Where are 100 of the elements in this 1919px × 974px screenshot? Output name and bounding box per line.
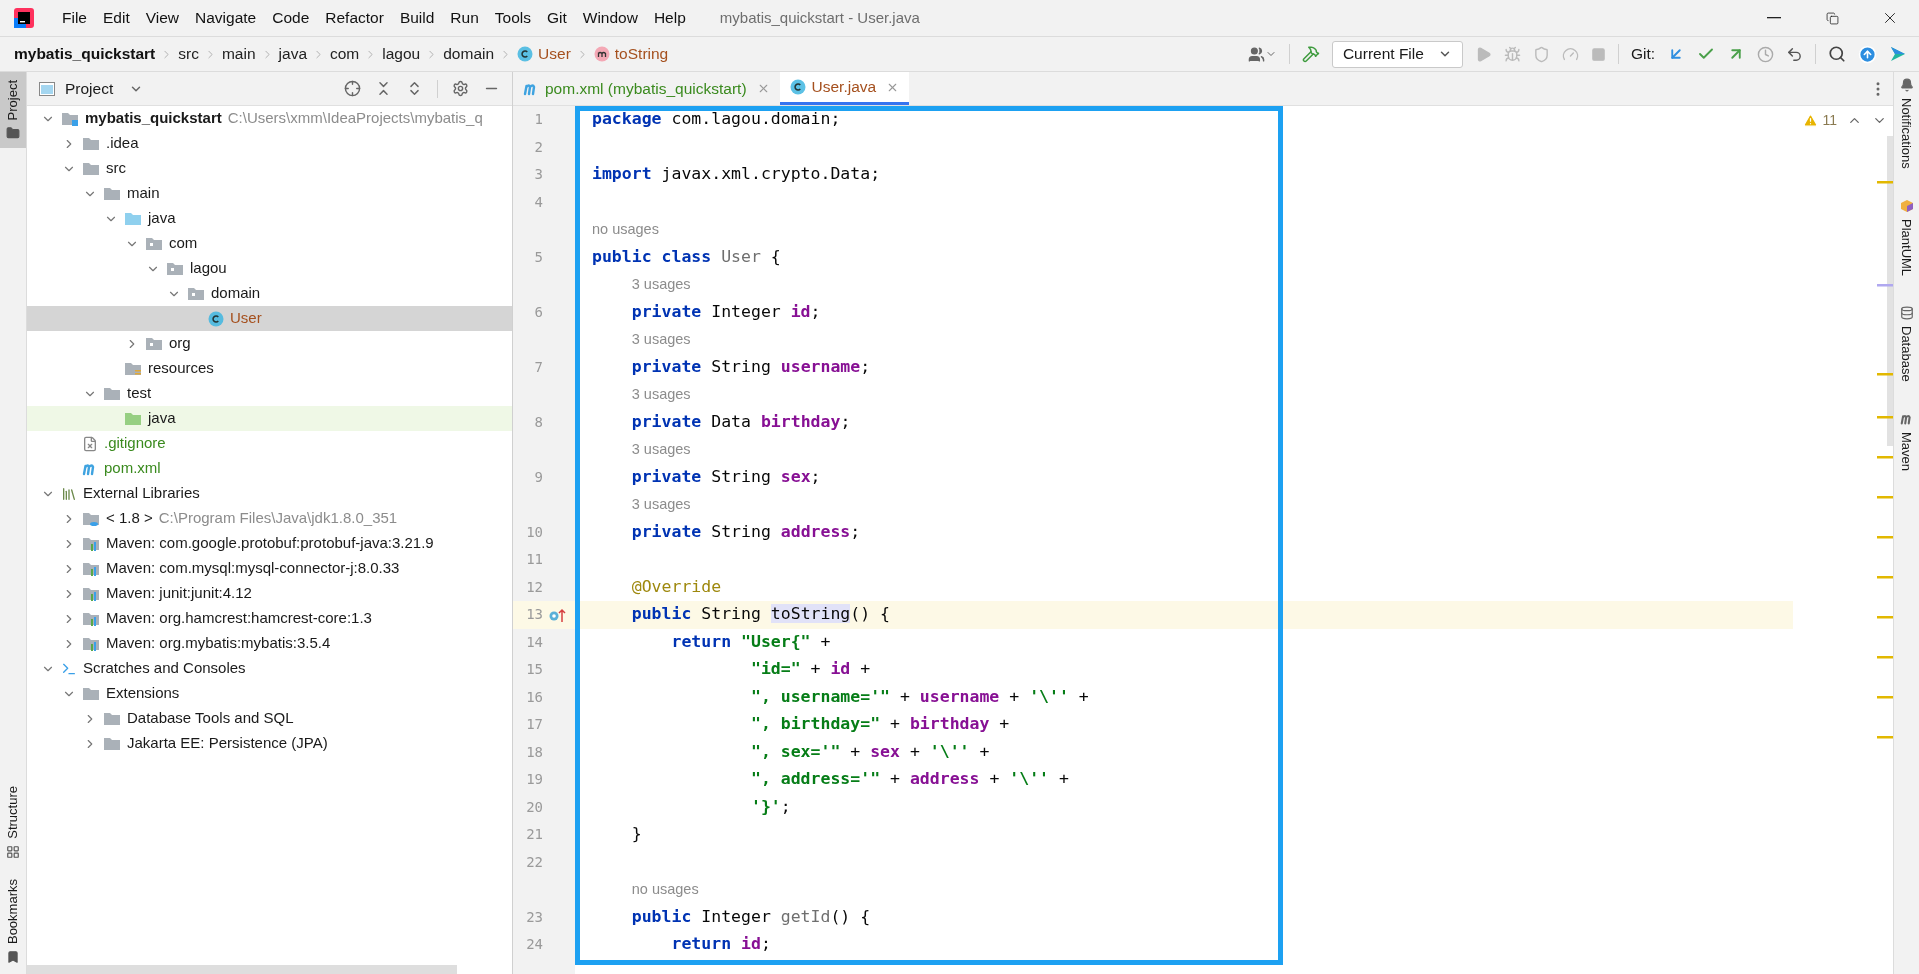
breadcrumb[interactable]: domain (443, 42, 495, 66)
tree-item[interactable]: Extensions (27, 681, 512, 706)
line-number: 6 (533, 302, 543, 322)
plugin-logo-icon[interactable] (1889, 45, 1907, 63)
rollback-icon[interactable] (1786, 45, 1803, 63)
menu-item[interactable]: View (137, 6, 188, 30)
vcs-users-button[interactable] (1247, 45, 1277, 63)
menu-item[interactable]: Git (538, 6, 575, 30)
menu-item[interactable]: Run (442, 6, 487, 30)
tool-window-tab[interactable]: Notifications (1896, 78, 1917, 169)
breadcrumb[interactable]: toString (593, 42, 669, 66)
line-number: 10 (525, 522, 543, 542)
app-logo-icon[interactable] (14, 8, 34, 28)
tree-item[interactable]: Database Tools and SQL (27, 706, 512, 731)
tool-window-tab[interactable]: Database (1896, 305, 1917, 382)
path-hint: C:\Program Files\Java\jdk1.8.0_351 (158, 508, 398, 529)
code-text: private Data birthday; (630, 410, 851, 433)
tree-item[interactable]: lagou (27, 256, 512, 281)
tree-item[interactable]: java (27, 206, 512, 231)
folder-icon (82, 135, 100, 152)
line-number: 20 (525, 797, 543, 817)
line-number: 21 (525, 825, 543, 845)
tree-item[interactable]: Jakarta EE: Persistence (JPA) (27, 731, 512, 756)
menu-item[interactable]: Help (645, 6, 694, 30)
breadcrumb[interactable]: mybatis_quickstart (14, 42, 156, 66)
menu-item[interactable]: Navigate (187, 6, 265, 30)
settings-icon[interactable] (452, 80, 469, 97)
tree-item[interactable]: Maven: com.google.protobuf:protobuf-java:3.21.9 (27, 531, 512, 556)
menu-item[interactable]: Refactor (317, 6, 392, 30)
warning-icon (1803, 112, 1819, 128)
editor-tab[interactable]: User.java (779, 72, 910, 105)
tool-window-tab[interactable]: PlantUML (1896, 198, 1917, 276)
line-number: 9 (533, 467, 543, 487)
usages-hint[interactable]: no usages (631, 878, 699, 901)
menu-item[interactable]: Edit (95, 6, 138, 30)
tree-item[interactable]: .gitignore (27, 431, 512, 456)
search-icon[interactable] (1828, 45, 1846, 63)
usages-hint[interactable]: 3 usages (631, 493, 691, 516)
usages-hint[interactable]: 3 usages (631, 328, 691, 351)
tree-item[interactable]: .idea (27, 131, 512, 156)
upload-circle-icon[interactable] (1858, 44, 1877, 64)
breadcrumb[interactable]: com (330, 42, 360, 66)
tree-item[interactable]: Maven: com.mysql:mysql-connector-j:8.0.33 (27, 556, 512, 581)
tree-item[interactable]: External Libraries (27, 481, 512, 506)
tree-item[interactable]: Maven: org.mybatis:mybatis:3.5.4 (27, 631, 512, 656)
tree-item[interactable]: src (27, 156, 512, 181)
tool-window-tab[interactable]: Structure (0, 776, 26, 869)
breadcrumb[interactable]: java (278, 42, 307, 66)
line-number: 5 (533, 247, 543, 267)
usages-hint[interactable]: no usages (592, 218, 659, 241)
tree-item-label: org (169, 333, 191, 354)
line-number: 11 (525, 550, 543, 570)
tree-item[interactable]: com (27, 231, 512, 256)
breadcrumb[interactable]: User (517, 42, 571, 66)
tool-window-tab[interactable]: Maven (1896, 411, 1917, 471)
tree-item[interactable]: < 1.8 > C:\Program Files\Java\jdk1.8.0_351 (27, 506, 512, 531)
code-text: public String toString() { (630, 603, 891, 626)
editor-tab[interactable]: pom.xml (mybatis_quickstart) (513, 72, 780, 105)
tree-item[interactable]: Maven: org.hamcrest:hamcrest-core:1.3 (27, 606, 512, 631)
usages-hint[interactable]: 3 usages (631, 438, 691, 461)
tool-window-tab[interactable]: Bookmarks (0, 868, 26, 974)
tree-item[interactable]: java (27, 406, 512, 431)
warnings-indicator[interactable]: 11 (1803, 109, 1837, 131)
breadcrumb[interactable]: lagou (382, 42, 421, 66)
tree-item[interactable]: User (27, 306, 512, 331)
tree-item[interactable]: resources (27, 356, 512, 381)
tree-item[interactable]: org (27, 331, 512, 356)
locate-icon[interactable] (344, 80, 361, 97)
code-text: '}'; (749, 795, 791, 818)
horizontal-scrollbar[interactable] (27, 965, 457, 974)
line-number: 1 (533, 110, 543, 130)
folder-icon (82, 685, 100, 702)
panel-title-dropdown[interactable]: Project (65, 76, 144, 101)
tree-item[interactable]: mybatis_quickstart C:\Users\xmm\IdeaProjects\mybatis_q (27, 106, 512, 131)
tree-item[interactable]: pom.xml (27, 456, 512, 481)
folder-icon (82, 160, 100, 177)
hammer-icon[interactable] (1301, 45, 1320, 63)
run-config-dropdown[interactable]: Current File (1331, 40, 1463, 68)
override-gutter-icon[interactable] (549, 606, 567, 623)
menu-item[interactable]: Tools (486, 6, 539, 30)
menu-item[interactable]: Window (574, 6, 646, 30)
library-icon (82, 560, 100, 577)
history-icon[interactable] (1757, 45, 1774, 63)
code-text: private Integer id; (630, 300, 821, 323)
tree-item[interactable]: main (27, 181, 512, 206)
tree-item-label: Extensions (106, 683, 180, 704)
tree-item[interactable]: test (27, 381, 512, 406)
tree-item[interactable]: Scratches and Consoles (27, 656, 512, 681)
tree-item[interactable]: domain (27, 281, 512, 306)
usages-hint[interactable]: 3 usages (631, 383, 691, 406)
usages-hint[interactable]: 3 usages (631, 273, 691, 296)
tool-window-tab[interactable]: Project (0, 72, 26, 149)
tree-item[interactable]: Maven: junit:junit:4.12 (27, 581, 512, 606)
menu-item[interactable]: Code (264, 6, 318, 30)
breadcrumb[interactable]: src (178, 42, 199, 66)
folder-icon (6, 126, 20, 141)
line-number: 2 (533, 137, 543, 157)
breadcrumb[interactable]: main (221, 42, 256, 66)
menu-item[interactable]: Build (391, 6, 443, 30)
menu-item[interactable]: File (54, 6, 95, 30)
